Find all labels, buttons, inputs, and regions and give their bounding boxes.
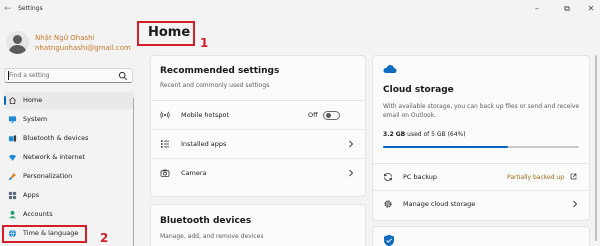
toggle-state-label: Off xyxy=(308,111,318,119)
network-icon xyxy=(8,154,17,161)
shield-check-icon xyxy=(384,234,394,246)
user-name: Nhật Ngữ Ohashi xyxy=(35,34,95,42)
installed-apps-row[interactable]: Installed apps xyxy=(151,130,365,158)
card-subtitle: Recent and commonly used settings xyxy=(160,82,270,89)
row-label: Manage cloud storage xyxy=(403,200,476,208)
pc-backup-row[interactable]: PC backup Partially backed up xyxy=(373,164,589,190)
brush-icon xyxy=(8,172,17,181)
cloud-storage-description: With available storage, you can back up … xyxy=(383,103,580,119)
gear-icon xyxy=(384,200,392,208)
toggle-knob xyxy=(326,113,331,118)
sidebar-item-personalization[interactable]: Personalization xyxy=(4,168,134,185)
sidebar-item-label: Personalization xyxy=(23,172,73,180)
card-title: Bluetooth devices xyxy=(160,216,252,226)
sidebar-item-label: System xyxy=(23,115,48,123)
row-label: Camera xyxy=(181,169,207,177)
search-box[interactable] xyxy=(4,68,133,83)
home-icon xyxy=(9,97,16,105)
monitor-icon xyxy=(8,116,17,123)
sidebar: Nhật Ngữ Ohashi nhatnguohashi@gmail.com … xyxy=(0,18,142,246)
storage-progress-fill xyxy=(383,146,509,148)
annotation-number-1: 1 xyxy=(200,36,209,50)
list-icon xyxy=(161,140,169,148)
mobile-hotspot-toggle[interactable] xyxy=(323,111,340,120)
back-arrow-icon[interactable]: ← xyxy=(4,3,14,15)
sidebar-item-label: Apps xyxy=(23,191,40,199)
card-subtitle: Manage, add, and remove devices xyxy=(160,233,264,240)
main-scrollbar[interactable] xyxy=(595,55,597,241)
search-icon[interactable] xyxy=(118,71,128,81)
bluetooth-devices-card: Bluetooth devices Manage, add, and remov… xyxy=(150,204,366,246)
cloud-storage-card: Cloud storage With available storage, yo… xyxy=(372,55,590,221)
sidebar-scrollbar[interactable] xyxy=(133,98,134,246)
storage-used-amount: 3.2 GB xyxy=(383,131,406,138)
chevron-right-icon xyxy=(349,140,354,148)
sync-icon xyxy=(383,173,393,181)
recommended-settings-card: Recommended settings Recent and commonly… xyxy=(150,55,366,197)
sidebar-item-label: Accounts xyxy=(23,210,53,218)
chevron-right-icon xyxy=(349,169,354,177)
row-label: PC backup xyxy=(403,173,438,181)
bluetooth-devices-icon xyxy=(8,135,17,142)
active-indicator xyxy=(4,96,6,105)
annotation-box-time-language xyxy=(2,225,87,243)
title-bar: ← Settings – ⧉ ✕ xyxy=(0,0,600,18)
sidebar-item-network[interactable]: Network & internet xyxy=(4,149,134,166)
sidebar-item-label: Bluetooth & devices xyxy=(23,134,89,142)
mobile-hotspot-row[interactable]: Mobile hotspot Off xyxy=(151,101,365,129)
security-card xyxy=(372,226,590,246)
camera-icon xyxy=(160,169,170,177)
apps-icon xyxy=(8,191,17,200)
page-title: Home xyxy=(148,25,191,40)
row-label: Installed apps xyxy=(181,140,227,148)
minimize-icon[interactable]: – xyxy=(531,3,543,15)
card-title: Cloud storage xyxy=(383,85,454,95)
hotspot-icon xyxy=(160,111,170,119)
sidebar-item-apps[interactable]: Apps xyxy=(4,187,134,204)
storage-progress-bar xyxy=(383,146,579,148)
sidebar-item-system[interactable]: System xyxy=(4,111,134,128)
avatar[interactable] xyxy=(6,31,29,54)
close-icon[interactable]: ✕ xyxy=(585,3,597,15)
sidebar-item-label: Network & internet xyxy=(23,153,86,161)
search-input[interactable] xyxy=(9,69,117,82)
chevron-right-icon xyxy=(573,200,578,208)
person-icon xyxy=(9,210,16,219)
restore-icon[interactable]: ⧉ xyxy=(561,3,573,15)
row-label: Mobile hotspot xyxy=(181,111,230,119)
external-link-icon[interactable] xyxy=(570,173,577,180)
sidebar-item-accounts[interactable]: Accounts xyxy=(4,206,134,223)
manage-cloud-storage-row[interactable]: Manage cloud storage xyxy=(373,191,589,217)
annotation-number-2: 2 xyxy=(100,231,109,245)
cloud-icon xyxy=(383,65,397,73)
sidebar-item-bluetooth[interactable]: Bluetooth & devices xyxy=(4,130,134,147)
user-email: nhatnguohashi@gmail.com xyxy=(35,44,131,52)
camera-row[interactable]: Camera xyxy=(151,159,365,187)
card-title: Recommended settings xyxy=(160,66,280,76)
backup-status: Partially backed up xyxy=(507,174,565,181)
sidebar-item-home[interactable]: Home xyxy=(4,92,134,109)
storage-usage-detail: used of 5 GB (64%) xyxy=(407,131,466,138)
storage-usage: 3.2 GB used of 5 GB (64%) xyxy=(383,131,466,139)
app-title: Settings xyxy=(18,5,43,12)
sidebar-item-label: Home xyxy=(23,96,43,104)
